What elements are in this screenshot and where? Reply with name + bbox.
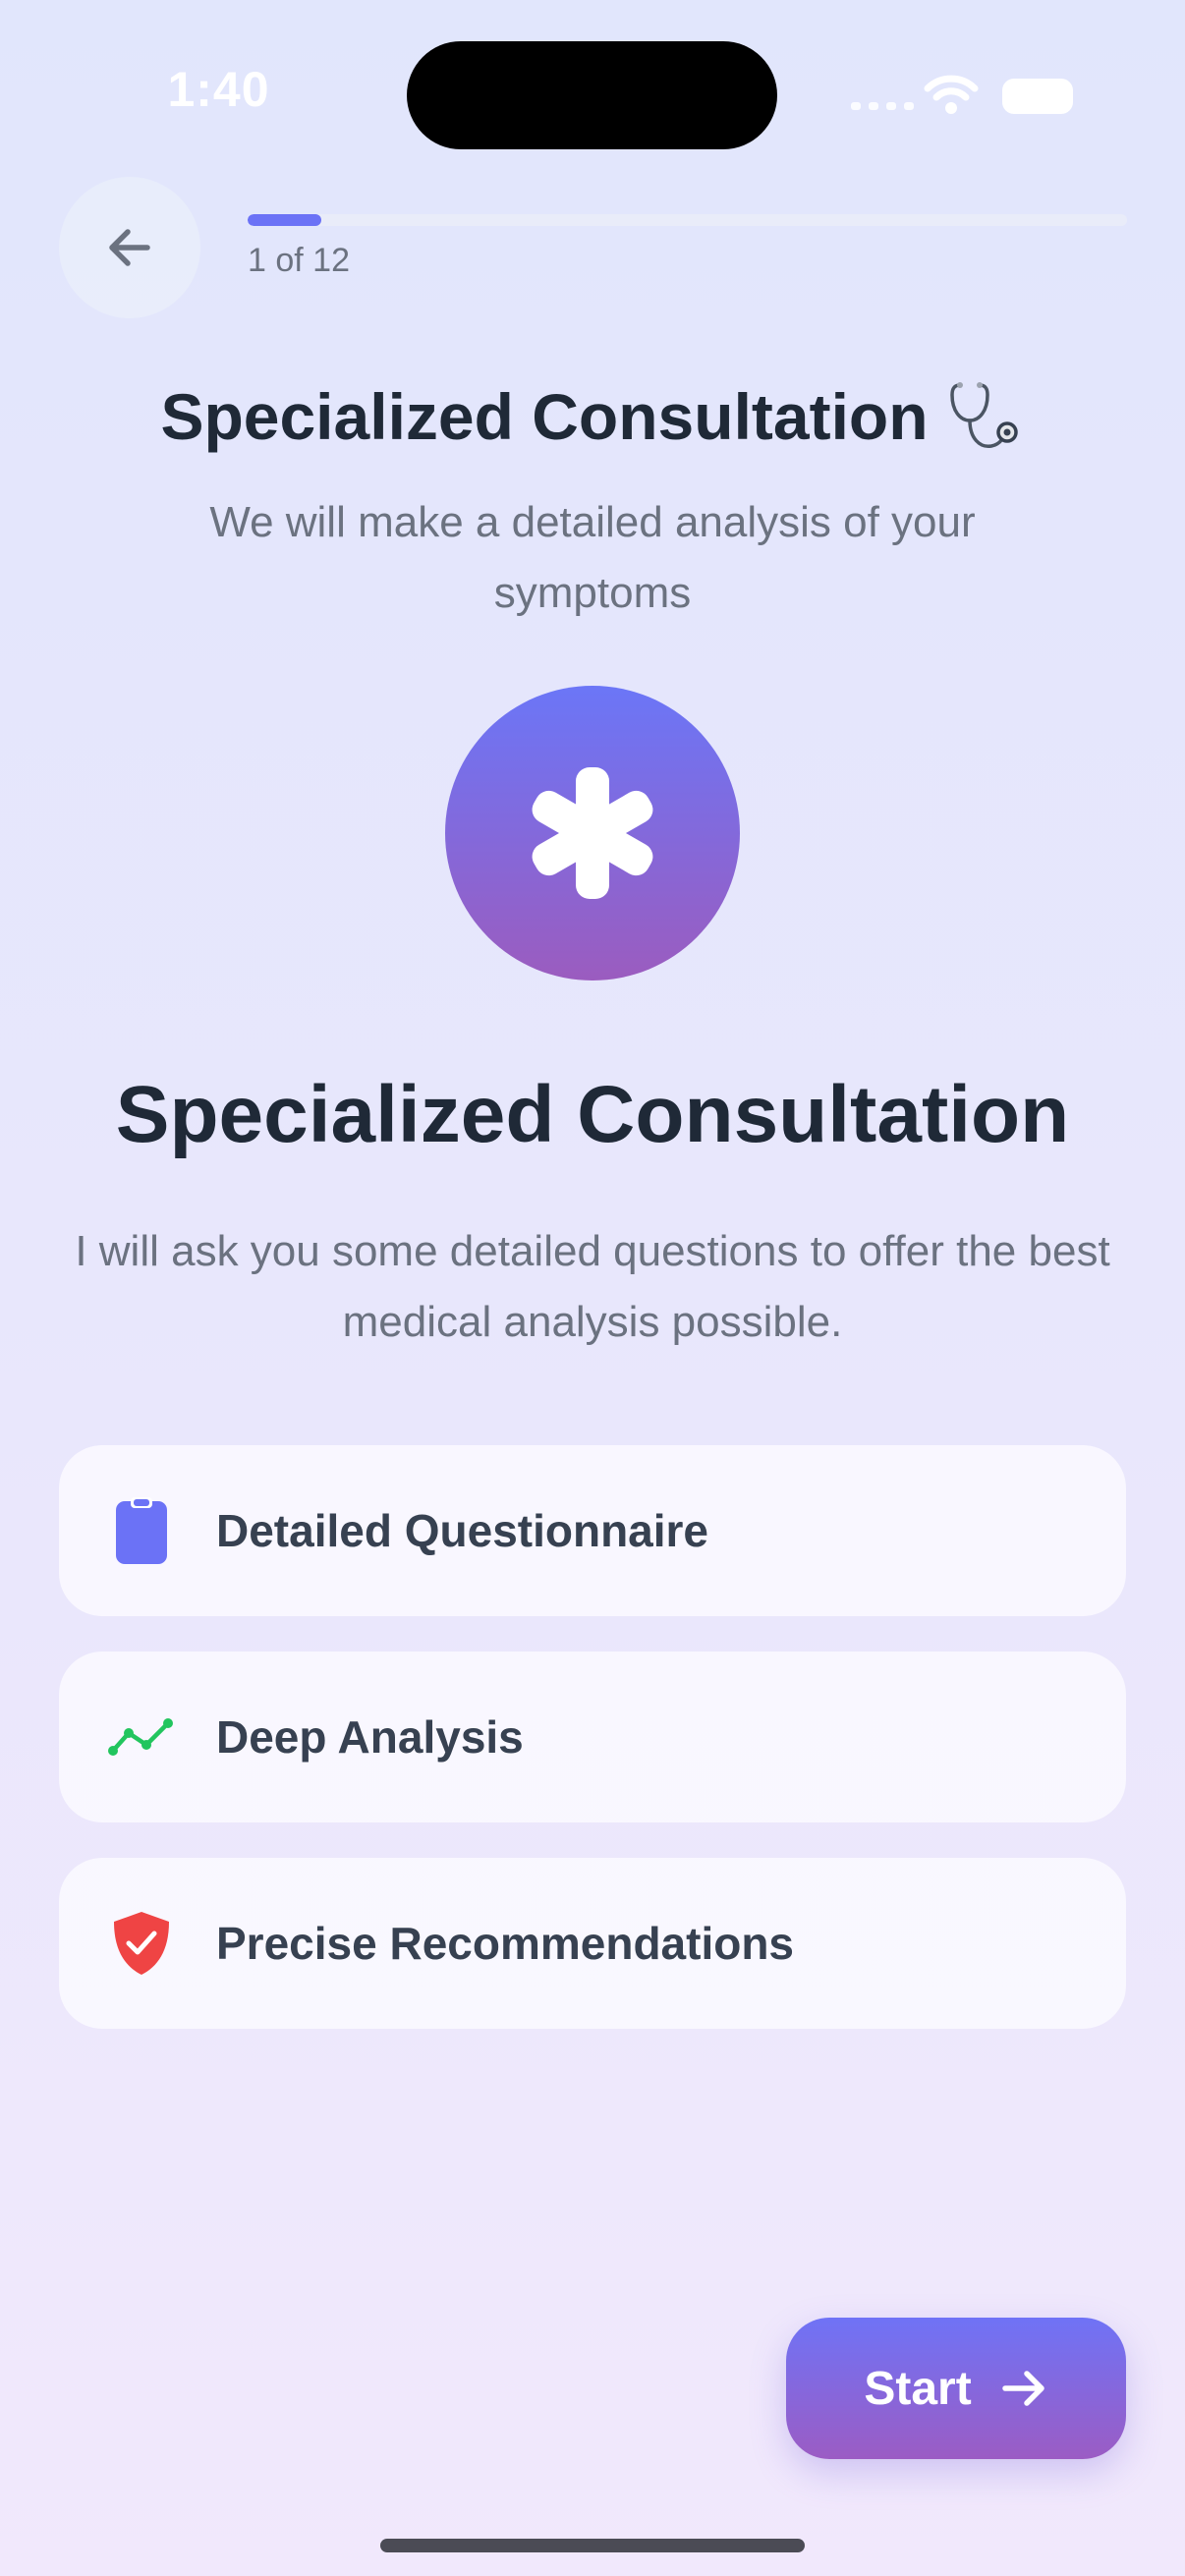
start-button[interactable]: Start [786, 2318, 1126, 2459]
back-button[interactable] [59, 177, 200, 318]
hero-badge [445, 686, 740, 980]
page-title: Specialized Consultation [0, 377, 1185, 456]
progress-bar [248, 214, 1127, 226]
arrow-left-icon [109, 229, 150, 266]
medical-asterisk-icon [532, 767, 653, 899]
feature-label: Deep Analysis [216, 1711, 524, 1763]
page-title-text: Specialized Consultation [160, 380, 929, 453]
feature-label: Detailed Questionnaire [216, 1505, 709, 1556]
wifi-icon [924, 75, 979, 114]
battery-icon [1002, 79, 1073, 114]
dynamic-island [407, 41, 777, 149]
home-indicator [380, 2539, 805, 2552]
progress-label: 1 of 12 [248, 242, 350, 279]
feature-card-analysis: Deep Analysis [59, 1652, 1126, 1822]
hero-title: Specialized Consultation [115, 1070, 1070, 1159]
arrow-right-icon [1001, 2371, 1044, 2406]
page-subtitle: We will make a detailed analysis of your… [209, 498, 976, 617]
progress-fill [248, 214, 321, 226]
feature-label: Precise Recommendations [216, 1918, 795, 1969]
feature-card-recommendations: Precise Recommendations [59, 1858, 1126, 2029]
feature-card-questionnaire: Detailed Questionnaire [59, 1445, 1126, 1616]
status-time: 1:40 [167, 62, 270, 117]
start-button-label: Start [864, 2362, 972, 2415]
trend-line-icon [106, 1702, 177, 1772]
cellular-signal-icon [851, 102, 914, 110]
shield-check-icon [106, 1908, 177, 1979]
stethoscope-icon [949, 382, 1018, 448]
hero-description: I will ask you some detailed questions t… [75, 1227, 1110, 1346]
clipboard-icon [106, 1495, 177, 1566]
